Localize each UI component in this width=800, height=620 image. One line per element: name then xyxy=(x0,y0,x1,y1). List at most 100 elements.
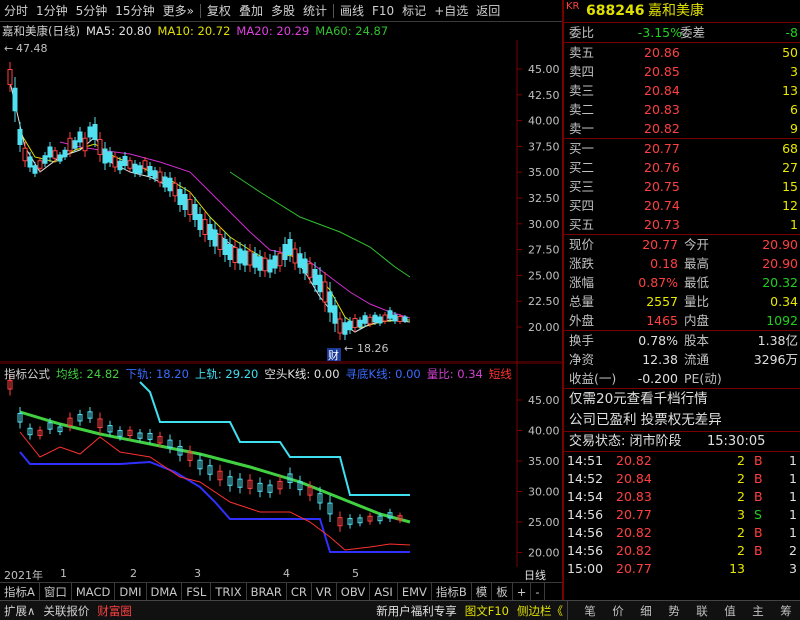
tab-price[interactable]: 价 xyxy=(604,601,632,620)
candle-body xyxy=(397,316,403,322)
low-arrow: ← xyxy=(344,342,353,355)
high-arrow: ← xyxy=(4,42,13,55)
stats-block: 现价 20.77 今开 20.90 涨跌 0.18 最高 20.90 涨幅 0.87% 最低 20.3… xyxy=(564,235,800,330)
indicator-tab-0[interactable]: 指标A xyxy=(0,582,40,601)
tick-direction: S xyxy=(754,507,762,522)
candle-body xyxy=(382,314,388,322)
new-user-promo-link[interactable]: 新用户福利专享 xyxy=(372,601,461,620)
sells-level-row[interactable]: 卖二 20.83 6 xyxy=(564,100,800,119)
indicator-formula-label[interactable]: 指标公式 xyxy=(4,366,50,382)
overlay-button[interactable]: 叠加 xyxy=(235,0,267,22)
mark-button[interactable]: 标记 xyxy=(398,0,430,22)
related-quote-button[interactable]: 关联报价 xyxy=(39,601,93,620)
stat-value: 0.34 xyxy=(770,294,798,309)
sells-level-row[interactable]: 卖一 20.82 9 xyxy=(564,119,800,138)
tick-volume: 2 xyxy=(737,525,745,540)
buys-level-row[interactable]: 买二 20.76 27 xyxy=(564,158,800,177)
indicator-tab-17[interactable]: - xyxy=(531,582,545,601)
tick-count: 1 xyxy=(789,489,797,504)
tab-link[interactable]: 联 xyxy=(688,601,716,620)
candle-body xyxy=(392,314,398,322)
expand-button[interactable]: 扩展∧ xyxy=(0,601,39,620)
indicator-tab-6[interactable]: TRIX xyxy=(211,582,247,601)
indicator-tab-14[interactable]: 模 xyxy=(472,582,493,601)
sells-level-row[interactable]: 卖五 20.86 50 xyxy=(564,43,800,62)
f10-button[interactable]: 图文F10 xyxy=(461,601,513,620)
indicator-tab-13[interactable]: 指标B xyxy=(432,582,472,601)
stat-row: 涨跌 0.18 最高 20.90 xyxy=(564,254,800,273)
stat2-row: 净资 12.38 流通 3296万 xyxy=(564,350,800,369)
tick-count: 1 xyxy=(789,453,797,468)
tab-detail[interactable]: 细 xyxy=(632,601,660,620)
multi-stock-button[interactable]: 多股 xyxy=(267,0,299,22)
buys-level-volume: 12 xyxy=(782,198,798,213)
indicator-tab-16[interactable]: + xyxy=(513,582,532,601)
kline-chart[interactable]: 45.00 42.50 40.00 37.50 35.00 32.50 30.00 27.50… xyxy=(0,22,562,362)
indicator-tab-1[interactable]: 窗口 xyxy=(40,582,72,601)
buys-level-row[interactable]: 买一 20.77 68 xyxy=(564,139,800,158)
tick-price: 20.84 xyxy=(616,471,652,486)
timeshare-button[interactable]: 分时 xyxy=(0,0,32,22)
indicator-tab-7[interactable]: BRAR xyxy=(247,582,287,601)
add-watchlist-button[interactable]: +自选 xyxy=(430,0,472,22)
sells-level-row[interactable]: 卖三 20.84 13 xyxy=(564,81,800,100)
candle-body xyxy=(72,140,78,149)
buys-level-row[interactable]: 买三 20.75 15 xyxy=(564,177,800,196)
quote-panel: KR 688246 嘉和美康 委比 -3.15% 委差 -8 卖五 20.86 50… xyxy=(562,0,800,600)
tab-value[interactable]: 值 xyxy=(716,601,744,620)
candle-body xyxy=(287,239,293,255)
candle-body xyxy=(302,258,308,274)
5min-button[interactable]: 5分钟 xyxy=(72,0,112,22)
indicator-tab-15[interactable]: 板 xyxy=(492,582,513,601)
indicator-tab-3[interactable]: DMI xyxy=(115,582,147,601)
candle-body xyxy=(147,166,153,176)
tab-chips[interactable]: 筹 xyxy=(772,601,800,620)
candle-body xyxy=(167,177,173,192)
candle-body xyxy=(387,310,393,319)
indicator-tab-12[interactable]: EMV xyxy=(398,582,432,601)
bottom-k-readout: 寻底K线: 0.00 xyxy=(345,367,421,381)
candle-body xyxy=(132,163,138,174)
draw-line-button[interactable]: 画线 xyxy=(336,0,368,22)
tab-main[interactable]: 主 xyxy=(744,601,772,620)
wealth-circle-button[interactable]: 财富圈 xyxy=(93,601,136,620)
candle-body xyxy=(7,69,13,85)
indicator-chart[interactable]: 45.00 40.00 35.00 30.00 25.00 20.00 xyxy=(0,362,562,567)
15min-button[interactable]: 15分钟 xyxy=(111,0,158,22)
tab-tick[interactable]: 笔 xyxy=(576,601,604,620)
tick-count: 1 xyxy=(789,507,797,522)
candle-body xyxy=(247,250,253,266)
buys-level-price: 20.77 xyxy=(644,141,680,156)
more-button[interactable]: 更多» xyxy=(159,0,198,22)
indicator-tab-9[interactable]: VR xyxy=(312,582,337,601)
period-label[interactable]: 日线 xyxy=(524,567,546,583)
indicator-tab-10[interactable]: OBV xyxy=(337,582,371,601)
sidebar-toggle-button[interactable]: 侧边栏《 xyxy=(513,600,568,620)
1min-button[interactable]: 1分钟 xyxy=(32,0,72,22)
candle-body xyxy=(252,253,258,268)
sells-level-volume: 9 xyxy=(790,121,798,136)
tick-count: 2 xyxy=(789,543,797,558)
tab-trend[interactable]: 势 xyxy=(660,601,688,620)
sells-level-row[interactable]: 卖四 20.85 3 xyxy=(564,62,800,81)
candle-body xyxy=(67,137,73,152)
indicator-tab-5[interactable]: FSL xyxy=(182,582,212,601)
stat-row: 总量 2557 量比 0.34 xyxy=(564,292,800,311)
indicator-tab-2[interactable]: MACD xyxy=(72,582,116,601)
f10-button[interactable]: F10 xyxy=(368,0,398,22)
candle-body xyxy=(332,305,338,324)
stats-button[interactable]: 统计 xyxy=(299,0,331,22)
quote-header: KR 688246 嘉和美康 xyxy=(564,0,800,22)
buys-level-row[interactable]: 买四 20.74 12 xyxy=(564,196,800,215)
promo-depth[interactable]: 仅需20元查看千档行情 xyxy=(564,389,800,410)
indicator-tab-4[interactable]: DMA xyxy=(147,582,183,601)
tick-price: 20.82 xyxy=(616,453,652,468)
candle-body xyxy=(162,176,168,188)
adjust-button[interactable]: 复权 xyxy=(203,0,235,22)
indicator-tab-11[interactable]: ASI xyxy=(370,582,398,601)
back-button[interactable]: 返回 xyxy=(472,0,504,22)
promo-depth-text[interactable]: 仅需20元查看千档行情 xyxy=(569,389,708,410)
buys-level-row[interactable]: 买五 20.73 1 xyxy=(564,215,800,234)
weicha-value: -8 xyxy=(785,25,798,40)
indicator-tab-8[interactable]: CR xyxy=(287,582,312,601)
